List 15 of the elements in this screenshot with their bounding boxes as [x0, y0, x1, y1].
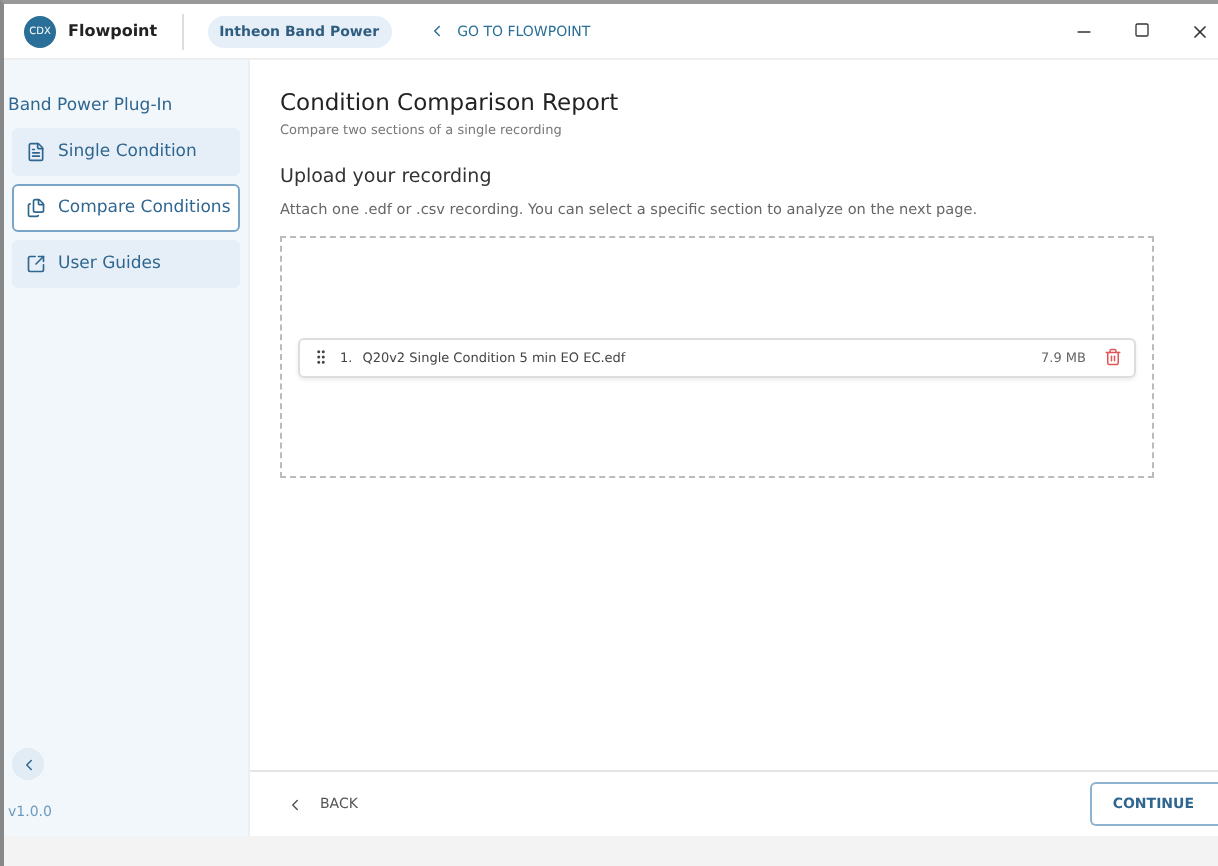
section-title: Upload your recording — [280, 166, 494, 188]
chevron-left-icon — [286, 795, 304, 813]
maximize-icon[interactable] — [1134, 21, 1150, 37]
sidebar-item[interactable]: User Guides — [12, 240, 240, 288]
app-name: Flowpoint — [68, 22, 158, 40]
external-link-icon — [26, 254, 46, 274]
delete-icon[interactable] — [1104, 348, 1122, 366]
document-icon — [26, 142, 46, 162]
document-icon — [26, 198, 46, 218]
sidebar-title: Band Power Plug-In — [8, 96, 175, 116]
close-icon[interactable] — [1190, 21, 1210, 41]
drag-handle-icon[interactable] — [312, 348, 330, 366]
page-title: Condition Comparison Report — [280, 88, 621, 116]
sidebar-item[interactable]: Single Condition — [12, 128, 240, 176]
sidebar-item[interactable]: Compare Conditions — [12, 184, 240, 232]
